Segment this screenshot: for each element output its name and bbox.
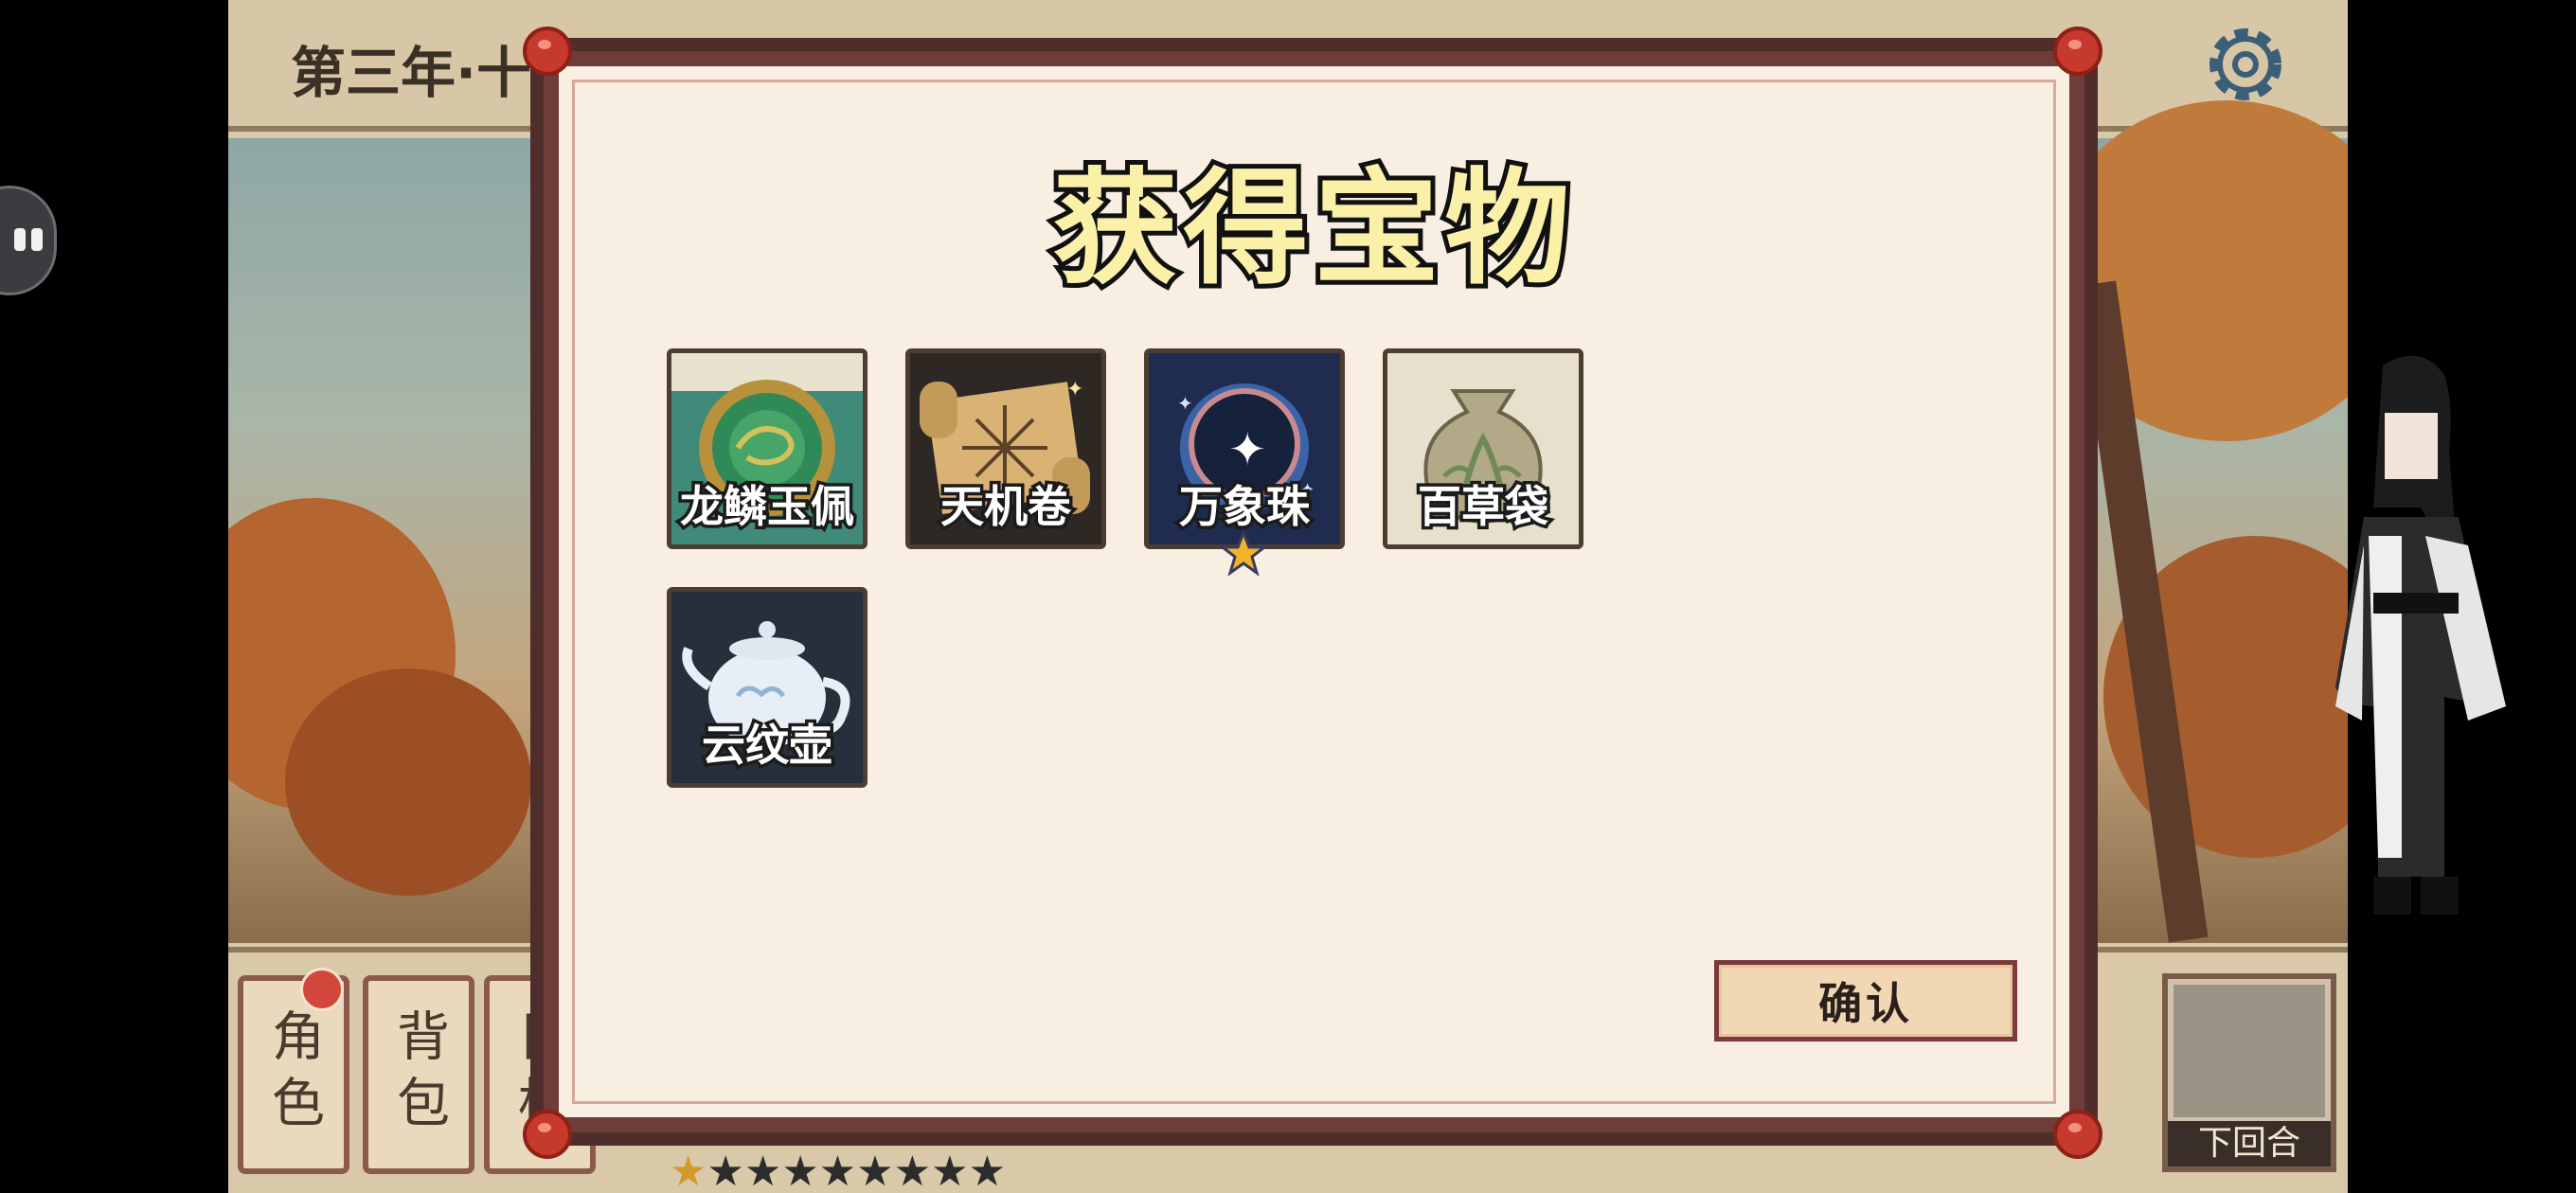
item-cloud-teapot[interactable]: 云纹壶	[667, 587, 868, 788]
item-crystal-orb[interactable]: ✦ ✦ ✦ 万象珠	[1144, 348, 1345, 549]
star-icon	[1220, 530, 1267, 577]
svg-text:✦: ✦	[1228, 423, 1266, 476]
frame-corner-ornament	[2053, 27, 2102, 76]
frame-corner-ornament	[2053, 1110, 2102, 1159]
confirm-button-label: 确认	[1818, 978, 1913, 1029]
frame-corner-ornament	[523, 27, 572, 76]
character-button-label: 角色	[262, 1008, 325, 1141]
dialog-title: 获得宝物	[1048, 151, 1576, 307]
confirm-button[interactable]: 确认	[1714, 960, 2017, 1042]
backpack-button-label: 背包	[387, 1008, 450, 1141]
item-label: 百草袋	[1415, 478, 1552, 536]
notification-dot	[300, 968, 344, 1011]
next-round-picture	[2174, 985, 2325, 1117]
rating-star-active: ★	[670, 1148, 707, 1193]
item-herb-bag[interactable]: 百草袋	[1383, 348, 1583, 549]
rating-stars: ★★★★★★★★★	[670, 1148, 1006, 1193]
rating-star-rest: ★★★★★★★★	[707, 1148, 1007, 1193]
item-label: 万象珠	[1176, 478, 1314, 536]
next-round-label: 下回合	[2168, 1121, 2331, 1166]
rating-stars-text: ★★★★★★★★★	[670, 1148, 1006, 1193]
floating-assistant-icon[interactable]	[0, 186, 57, 295]
svg-text:✦: ✦	[1177, 392, 1193, 415]
backpack-button[interactable]: 背包	[363, 975, 474, 1174]
item-scroll[interactable]: ✦ 天机卷	[905, 348, 1106, 549]
next-round-button[interactable]: 下回合	[2162, 973, 2336, 1172]
item-jade-pendant[interactable]: 龙鳞玉佩	[667, 348, 868, 549]
frame-corner-ornament	[523, 1110, 572, 1159]
character-sprite	[2335, 355, 2506, 915]
gear-icon[interactable]	[2198, 17, 2293, 112]
svg-text:✦: ✦	[1066, 378, 1083, 401]
year-label: 第三年·十	[291, 41, 532, 105]
item-label: 龙鳞玉佩	[677, 478, 858, 536]
item-label: 云纹壶	[699, 717, 836, 775]
treasure-dialog: 获得宝物 龙鳞玉佩 ✦ 天机卷 ✦ ✦ ✦ 万象珠 百草袋 云纹壶 确认	[544, 51, 2506, 1132]
item-label: 天机卷	[938, 478, 1075, 536]
